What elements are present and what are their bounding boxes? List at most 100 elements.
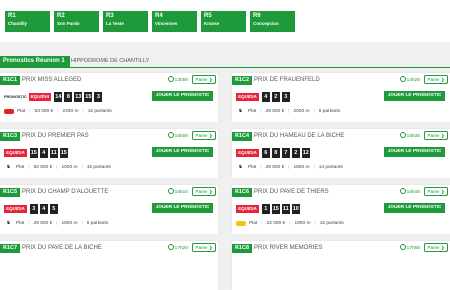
top-bar: R1 Chantilly R2 Son Pardo R3 La Teste R4 Vincen… [0, 0, 450, 42]
race-name: PRIX RIVER MEMORIES [254, 245, 323, 251]
parier-button[interactable]: Parier ❯ [424, 243, 448, 252]
race-card: R1C2 PRIX DE FRAUENFELD 14h25 Parier ❯ EQUID… [232, 73, 450, 122]
race-distance: 1600 m [293, 164, 310, 170]
race-partants: 5 partants [318, 108, 341, 114]
race-type-icon [236, 220, 246, 226]
tab-reunion-6[interactable]: R6 Concepcion [250, 11, 295, 32]
clock-icon [399, 76, 406, 82]
horse-number: 15 [29, 148, 38, 158]
pronostic-row: EQUIDIA 6 8 7 2 12 [236, 148, 312, 158]
race-code: R1C7 [0, 244, 21, 253]
pronostic-row: EQUIDIA 15 4 11 15 [4, 148, 70, 158]
clock-icon [167, 244, 174, 250]
race-discipline: Plat [248, 164, 257, 170]
race-card: R1C5 PRIX DU CHAMP D'ALOUETTE 16h10 Parier … [0, 185, 218, 234]
race-partants: 5 partants [86, 220, 109, 226]
race-discipline: Plat [16, 164, 25, 170]
race-type-icon [4, 108, 14, 114]
parier-button[interactable]: Parier ❯ [424, 187, 448, 196]
time-text: 16h45 [406, 190, 420, 195]
jouer-pronostic-button[interactable]: JOUER LE PRONOSTIC [152, 91, 213, 101]
race-code: R1C6 [232, 188, 253, 197]
race-name: PRIX MISS ALLEGED [22, 77, 82, 83]
horse-number: 4 [261, 92, 270, 102]
tab-reunion-5[interactable]: R5 Kranse [201, 11, 246, 32]
race-info: ♞ Plat | 28 000 € | 1600 m | 14 partants [236, 163, 343, 171]
race-card: R1C8 PRIX RIVER MEMORIES 17h55 Parier ❯ [232, 241, 450, 290]
parier-button[interactable]: Parier ❯ [192, 75, 216, 84]
race-code: R1C3 [0, 132, 21, 141]
race-card: R1C4 PRIX DU HAMEAU DE LA BICHE 15h35 Parie… [232, 129, 450, 178]
horse-number: 10 [291, 204, 300, 214]
jouer-pronostic-button[interactable]: JOUER LE PRONOSTIC [384, 91, 445, 101]
time-text: 17h55 [406, 246, 420, 251]
time-text: 15h35 [406, 134, 420, 139]
horse-number: 4 [39, 204, 48, 214]
jouer-pronostic-button[interactable]: JOUER LE PRONOSTIC [152, 147, 213, 157]
horse-number: 7 [281, 148, 290, 158]
parier-button[interactable]: Parier ❯ [192, 187, 216, 196]
race-prize: 28 000 € [265, 164, 285, 170]
race-info: Plat | 22 000 € | 1900 m | 15 partants [236, 219, 344, 227]
jouer-pronostic-button[interactable]: JOUER LE PRONOSTIC [384, 147, 445, 157]
jouer-pronostic-button[interactable]: JOUER LE PRONOSTIC [384, 203, 445, 213]
hippodrome-name: HIPPODROME DE CHANTILLY [71, 58, 150, 64]
tab-city: Vincennes [155, 21, 178, 26]
race-code: R1C5 [0, 188, 21, 197]
horse-number: 2 [271, 92, 280, 102]
pronostic-row: EQUIDIA 4 2 3 [236, 92, 292, 102]
jouer-pronostic-button[interactable]: JOUER LE PRONOSTIC [152, 203, 213, 213]
horse-number: 4 [39, 148, 48, 158]
horse-number: 11 [49, 148, 58, 158]
horse-number: 5 [49, 204, 58, 214]
race-time: 16h10 [167, 188, 188, 197]
section-title: Pronostics Réunion 1 [0, 56, 70, 67]
horse-icon: ♞ [238, 164, 243, 170]
race-discipline: Plat [248, 108, 257, 114]
race-code: R1C8 [232, 244, 253, 253]
tab-reunion-4[interactable]: R4 Vincennes [152, 11, 197, 32]
equidia-logo: EQUIDIA [236, 149, 259, 157]
race-name: PRIX DE FRAUENFELD [254, 77, 320, 83]
time-text: 13h50 [174, 78, 188, 83]
horse-number: 3 [94, 92, 103, 102]
tab-reunion-3[interactable]: R3 La Teste [103, 11, 148, 32]
pronostic-row: EQUIDIA 3 4 5 [4, 204, 60, 214]
parier-button[interactable]: Parier ❯ [424, 131, 448, 140]
tab-reunion-1[interactable]: R1 Chantilly [5, 11, 50, 32]
race-partants: 15 partants [319, 220, 344, 226]
parier-button[interactable]: Parier ❯ [424, 75, 448, 84]
horse-number: 2 [291, 148, 300, 158]
pronostic-row: EQUIDIA 1 15 11 10 [236, 204, 302, 214]
race-card: R1C1 PRIX MISS ALLEGED 13h50 Parier ❯ PRONOS… [0, 73, 218, 122]
pronostic-row: PRONOSTIC EQUIDIA 14 8 13 15 3 [4, 92, 104, 102]
clock-icon [167, 76, 174, 82]
parier-button[interactable]: Parier ❯ [192, 243, 216, 252]
tab-city: Kranse [204, 21, 220, 26]
race-partants: 16 partants [87, 108, 112, 114]
horse-number: 12 [301, 148, 310, 158]
horse-number: 8 [271, 148, 280, 158]
clock-icon [167, 132, 174, 138]
race-info: ♞ Plat | 28 000 € | 2000 m | 5 partants [236, 107, 340, 115]
race-prize: 22 000 € [266, 220, 286, 226]
race-time: 16h45 [399, 188, 420, 197]
race-distance: 2000 m [293, 108, 310, 114]
tab-number: R5 [204, 13, 212, 19]
race-time: 17h20 [167, 244, 188, 253]
equidia-logo: EQUIDIA [4, 149, 27, 157]
horse-icon: ♞ [6, 164, 11, 170]
horse-number: 3 [29, 204, 38, 214]
race-time: 14h25 [399, 76, 420, 85]
race-name: PRIX DU HAMEAU DE LA BICHE [254, 133, 345, 139]
tab-reunion-2[interactable]: R2 Son Pardo [54, 11, 99, 32]
equidia-logo: EQUIDIA [28, 93, 52, 101]
tab-number: R4 [155, 13, 163, 19]
race-prize: 28 000 € [33, 220, 53, 226]
horse-number: 14 [54, 92, 63, 102]
race-partants: 14 partants [318, 164, 343, 170]
race-name: PRIX DU PAVE DE THIERS [254, 189, 329, 195]
clock-icon [399, 188, 406, 194]
race-prize: 50 000 € [33, 164, 53, 170]
parier-button[interactable]: Parier ❯ [192, 131, 216, 140]
